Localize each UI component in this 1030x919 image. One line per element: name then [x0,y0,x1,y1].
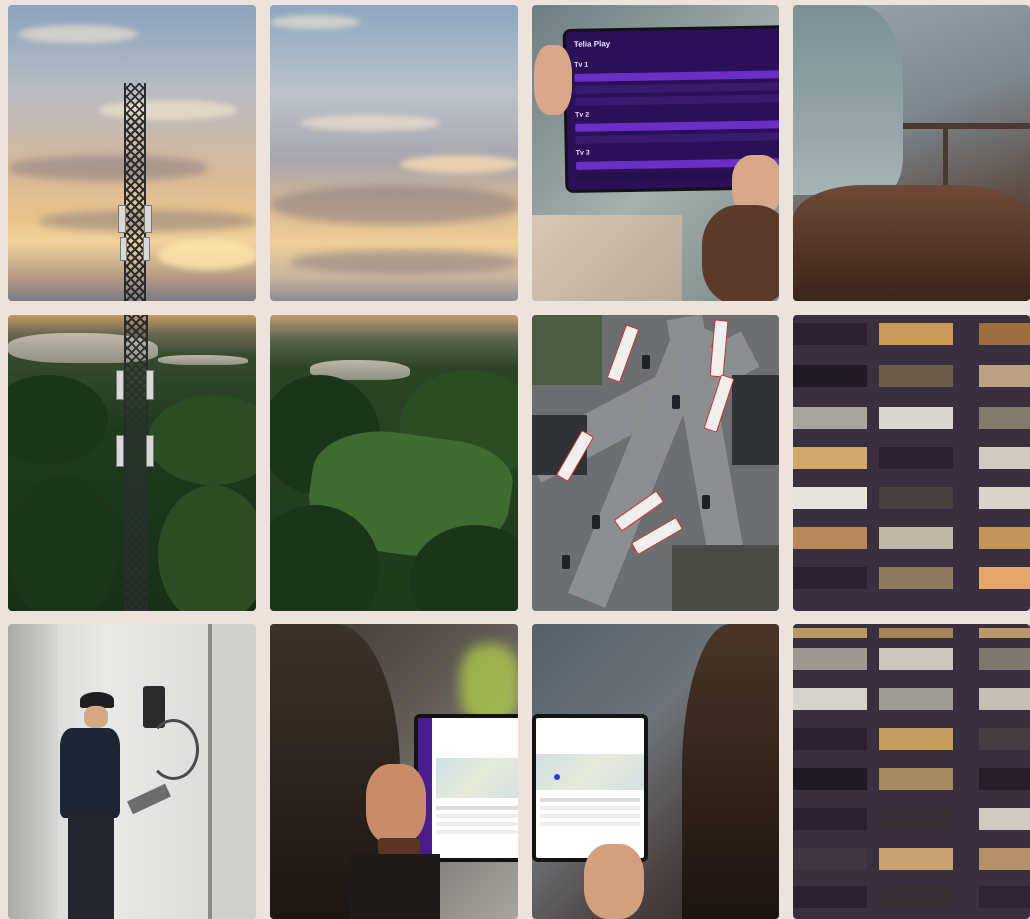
hand [366,764,426,844]
tablet-screen [532,714,648,862]
sunset-clouds-photo [270,5,518,301]
tablet-screen [414,714,518,862]
forest-meadow-aerial-photo [270,315,518,611]
hand [584,844,644,919]
section-label-1: Tv 1 [574,61,589,69]
tablet-streaming-app-photo: Telia Play Tv 1 Tv 2 Tv 3 [532,5,779,301]
telecom-mast [124,315,148,611]
telecom-mast [124,83,146,301]
forest-tower-aerial-photo [8,315,256,611]
section-label-3: Tv 3 [575,149,590,157]
technician-cabinet-photo [8,624,256,919]
hand [534,45,572,115]
section-label-2: Tv 2 [575,111,590,119]
office-building-night-photo-lower [793,624,1030,919]
person-tablet-dashboard-photo [532,624,779,919]
sunset-sky-tower-photo [8,5,256,301]
city-intersection-aerial-photo [532,315,779,611]
office-building-night-photo [793,315,1030,611]
person-with-tablet-photo [793,5,1030,301]
app-brand: Telia Play [573,39,611,49]
person-tablet-map-photo [270,624,518,919]
technician [60,728,120,818]
